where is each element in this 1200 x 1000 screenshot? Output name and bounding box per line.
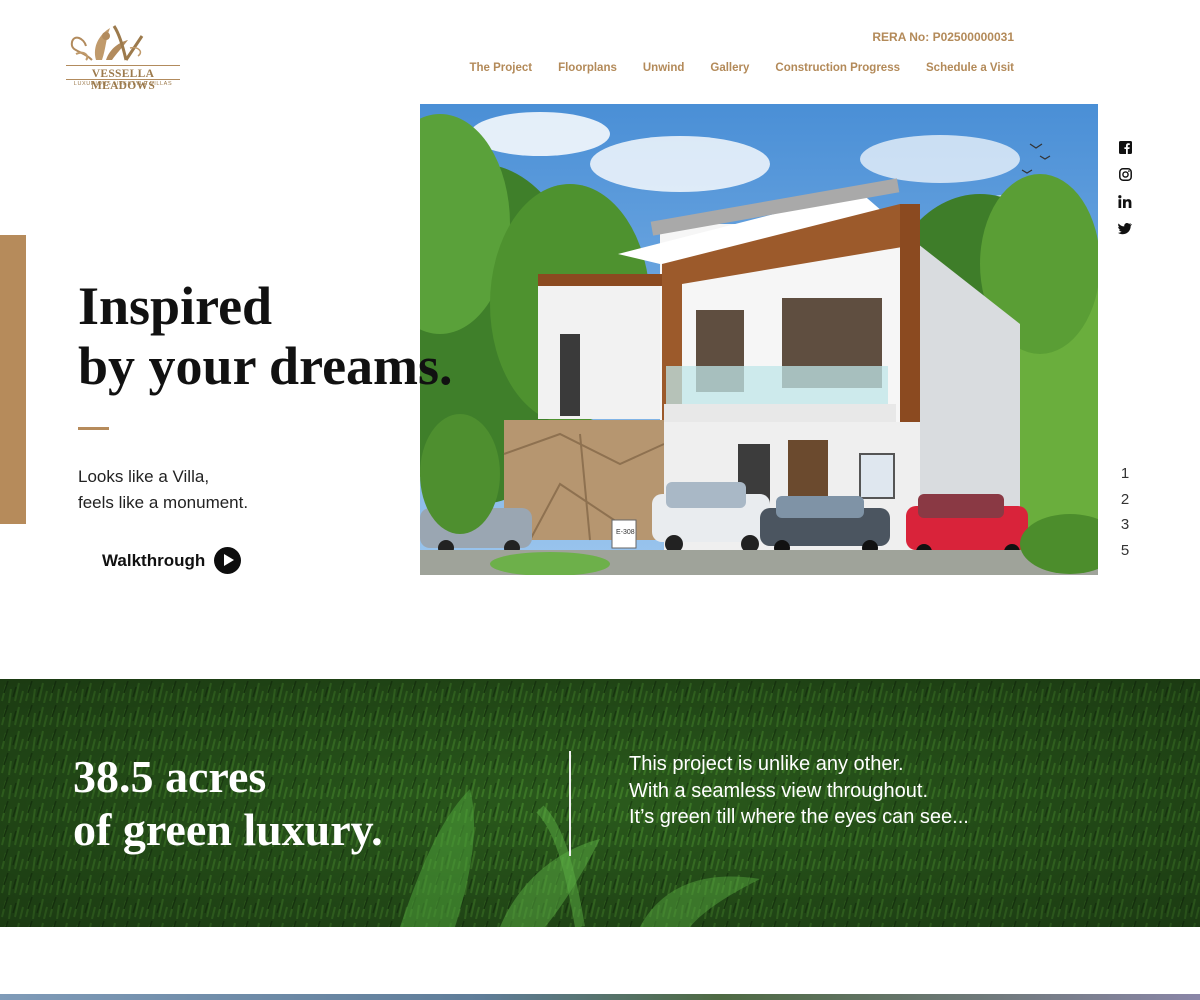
hero-heading-line2: by your dreams. — [78, 336, 453, 396]
walkthrough-label: Walkthrough — [102, 550, 206, 570]
project-description: This project is unlike any other. With a… — [629, 751, 969, 831]
slide-page-2[interactable]: 2 — [1117, 491, 1133, 517]
vertical-divider — [569, 751, 571, 856]
slide-page-3[interactable]: 3 — [1117, 516, 1133, 542]
acres-heading-line2: of green luxury. — [73, 804, 383, 855]
walkthrough-button[interactable]: Walkthrough — [102, 547, 242, 574]
logo-tagline: LUXURIOUS LIFESTYLE VILLAS — [73, 81, 173, 87]
next-section-preview — [0, 994, 1200, 1000]
hero-heading: Inspired by your dreams. — [78, 276, 518, 396]
logo-emblem — [70, 25, 144, 61]
hero-subtext: Looks like a Villa, feels like a monumen… — [78, 464, 248, 516]
nav-the-project[interactable]: The Project — [469, 62, 532, 74]
nav-construction-progress[interactable]: Construction Progress — [775, 62, 900, 74]
description-line3: It’s green till where the eyes can see..… — [629, 806, 969, 828]
logo[interactable]: VESSELLA MEADOWS LUXURIOUS LIFESTYLE VIL… — [62, 20, 184, 94]
acres-heading-line1: 38.5 acres — [73, 751, 267, 802]
slide-page-1[interactable]: 1 — [1117, 465, 1133, 491]
main-nav: The Project Floorplans Unwind Gallery Co… — [469, 62, 1014, 74]
description-line2: With a seamless view throughout. — [629, 779, 929, 802]
social-links — [1117, 141, 1133, 249]
slide-page-5[interactable]: 5 — [1117, 542, 1133, 568]
nav-unwind[interactable]: Unwind — [643, 62, 685, 74]
rera-number: RERA No: P02500000031 — [872, 30, 1014, 44]
linkedin-icon[interactable] — [1117, 195, 1133, 211]
hero-villa-image: E-308 — [420, 104, 1098, 575]
logo-rule — [66, 79, 180, 80]
logo-rule — [66, 65, 180, 66]
instagram-icon[interactable] — [1117, 168, 1133, 184]
hero-subtext-line1: Looks like a Villa, — [78, 467, 210, 486]
hero-heading-line1: Inspired — [78, 276, 273, 336]
accent-bar — [0, 235, 26, 524]
villa-sign-label: E-308 — [616, 529, 635, 536]
logo-name: VESSELLA MEADOWS — [90, 68, 156, 92]
heading-divider — [78, 427, 109, 430]
slide-pager: 1 2 3 5 — [1117, 465, 1133, 567]
nav-gallery[interactable]: Gallery — [710, 62, 749, 74]
nav-floorplans[interactable]: Floorplans — [558, 62, 617, 74]
hero-subtext-line2: feels like a monument. — [78, 493, 249, 512]
twitter-icon[interactable] — [1117, 222, 1133, 238]
acres-heading: 38.5 acres of green luxury. — [73, 750, 383, 856]
description-line1: This project is unlike any other. — [629, 753, 904, 775]
play-icon[interactable] — [214, 547, 242, 574]
facebook-icon[interactable] — [1117, 141, 1133, 157]
nav-schedule-visit[interactable]: Schedule a Visit — [926, 62, 1014, 74]
